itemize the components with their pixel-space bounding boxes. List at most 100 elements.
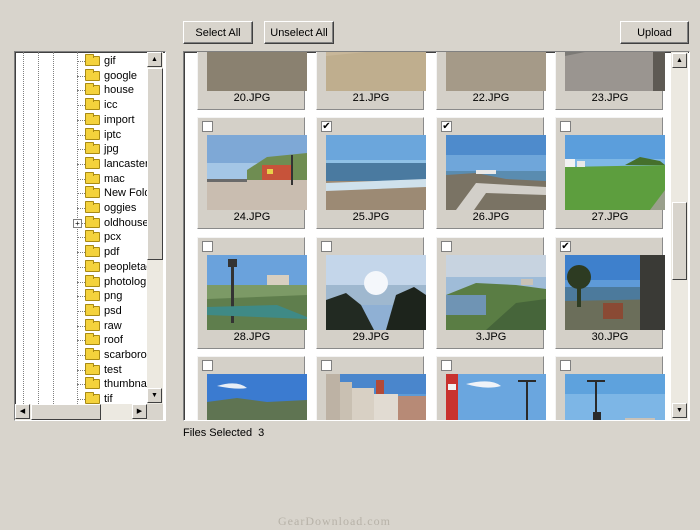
tree-hscroll-thumb[interactable]	[31, 404, 101, 420]
files-selected-label: Files Selected	[183, 427, 253, 439]
thumbnail-image[interactable]	[446, 255, 546, 330]
thumbnail-image[interactable]	[326, 255, 426, 330]
watermark-logo: GearDownload.com	[278, 514, 391, 528]
folder-icon	[85, 333, 100, 346]
folder-icon	[85, 142, 100, 155]
thumbnail-card[interactable]: 3.JPG	[436, 237, 546, 349]
select-checkbox[interactable]	[202, 360, 213, 371]
select-all-button[interactable]: Select All	[183, 21, 253, 44]
thumbnail-gallery[interactable]: 20.JPG 21.JPG 22.JPG 23.JPG 24.JPG ✔ 25.JPG ✔ 26…	[183, 51, 690, 421]
folder-icon	[85, 112, 100, 125]
tree-connector	[77, 310, 85, 312]
thumbnail-card[interactable]	[197, 356, 307, 420]
select-checkbox[interactable]: ✔	[560, 241, 571, 252]
tree-item-label: New Fold	[104, 187, 151, 200]
tree-connector	[77, 193, 85, 195]
scroll-down-icon[interactable]: ▼	[147, 388, 162, 403]
tree-vscroll-thumb[interactable]	[147, 68, 163, 260]
thumbnail-image[interactable]	[565, 255, 665, 330]
thumbnail-image[interactable]	[446, 374, 546, 420]
select-checkbox[interactable]	[321, 360, 332, 371]
tree-item-label: iptc	[104, 128, 122, 141]
thumbnail-card[interactable]: 21.JPG	[316, 52, 426, 110]
thumbnail-image[interactable]	[326, 374, 426, 420]
thumbnail-filename: 3.JPG	[475, 331, 507, 343]
thumbnail-filename: 30.JPG	[591, 331, 629, 343]
tree-connector	[77, 149, 85, 151]
select-checkbox[interactable]: ✔	[321, 121, 332, 132]
thumbnail-image[interactable]	[207, 255, 307, 330]
tree-horizontal-scrollbar[interactable]: ◀ ▶	[15, 404, 147, 420]
tree-item-label: icc	[104, 99, 118, 112]
tree-connector	[77, 296, 85, 298]
tree-item-label: mac	[104, 172, 125, 185]
tree-connector	[77, 134, 85, 136]
thumbnail-card[interactable]: 27.JPG	[555, 117, 665, 229]
thumbnail-card[interactable]	[555, 356, 665, 420]
unselect-all-button[interactable]: Unselect All	[264, 21, 334, 44]
thumbnail-image[interactable]	[565, 374, 665, 420]
gallery-vscroll-thumb[interactable]	[672, 202, 687, 280]
scroll-up-icon[interactable]: ▲	[147, 52, 162, 67]
tree-connector	[77, 75, 85, 77]
tree-connector	[77, 325, 85, 327]
scroll-left-icon[interactable]: ◀	[15, 404, 30, 419]
select-checkbox[interactable]: ✔	[441, 121, 452, 132]
tree-item-label: oggies	[104, 202, 137, 215]
tree-item-label: roof	[104, 334, 123, 347]
thumbnail-card[interactable]: 28.JPG	[197, 237, 307, 349]
thumbnail-image[interactable]	[326, 135, 426, 210]
thumbnail-image[interactable]	[565, 52, 665, 91]
thumbnail-card[interactable]: ✔ 30.JPG	[555, 237, 665, 349]
folder-icon	[85, 289, 100, 302]
thumbnail-filename: 26.JPG	[472, 211, 510, 223]
gallery-vertical-scrollbar[interactable]: ▲ ▼	[671, 52, 688, 420]
thumbnail-image[interactable]	[446, 135, 546, 210]
folder-icon	[85, 348, 100, 361]
thumbnail-card[interactable]	[436, 356, 546, 420]
tree-item-label: pdf	[104, 246, 120, 259]
thumbnail-image[interactable]	[207, 374, 307, 420]
select-checkbox[interactable]	[441, 241, 452, 252]
select-checkbox[interactable]	[202, 241, 213, 252]
thumbnail-filename: 29.JPG	[352, 331, 390, 343]
thumbnail-card[interactable]: ✔ 25.JPG	[316, 117, 426, 229]
folder-icon	[85, 303, 100, 316]
tree-connector	[77, 340, 85, 342]
folder-tree[interactable]: gif google house icc import iptc jpg lancaster m…	[14, 51, 166, 421]
thumbnail-image[interactable]	[565, 135, 665, 210]
folder-icon	[85, 171, 100, 184]
thumbnail-card[interactable]: 23.JPG	[555, 52, 665, 110]
tree-connector	[77, 355, 85, 356]
thumbnail-card[interactable]: 22.JPG	[436, 52, 546, 110]
tree-item-label: google	[104, 69, 138, 82]
thumbnail-filename: 25.JPG	[352, 211, 390, 223]
select-checkbox[interactable]	[560, 360, 571, 371]
tree-connector	[77, 178, 85, 180]
select-checkbox[interactable]	[202, 121, 213, 132]
thumbnail-image[interactable]	[207, 52, 307, 91]
tree-item-label: import	[104, 113, 135, 126]
thumbnail-card[interactable]: ✔ 26.JPG	[436, 117, 546, 229]
scroll-down-icon[interactable]: ▼	[672, 403, 687, 418]
select-checkbox[interactable]	[321, 241, 332, 252]
thumbnail-card[interactable]: 20.JPG	[197, 52, 307, 110]
scroll-up-icon[interactable]: ▲	[672, 53, 687, 68]
thumbnail-filename: 28.JPG	[233, 331, 271, 343]
select-checkbox[interactable]	[560, 121, 571, 132]
thumbnail-card[interactable]	[316, 356, 426, 420]
thumbnail-card[interactable]: 24.JPG	[197, 117, 307, 229]
upload-button[interactable]: Upload	[620, 21, 689, 44]
select-checkbox[interactable]	[441, 360, 452, 371]
thumbnail-image[interactable]	[207, 135, 307, 210]
folder-icon	[85, 377, 100, 390]
tree-vertical-scrollbar[interactable]: ▲ ▼	[147, 52, 163, 404]
folder-icon	[85, 362, 100, 375]
expand-icon[interactable]: +	[73, 218, 82, 228]
scroll-right-icon[interactable]: ▶	[132, 404, 147, 419]
thumbnail-image[interactable]	[326, 52, 426, 91]
thumbnail-card[interactable]: 29.JPG	[316, 237, 426, 349]
tree-connector	[77, 119, 85, 121]
thumbnail-image[interactable]	[446, 52, 546, 91]
folder-icon	[85, 245, 100, 258]
